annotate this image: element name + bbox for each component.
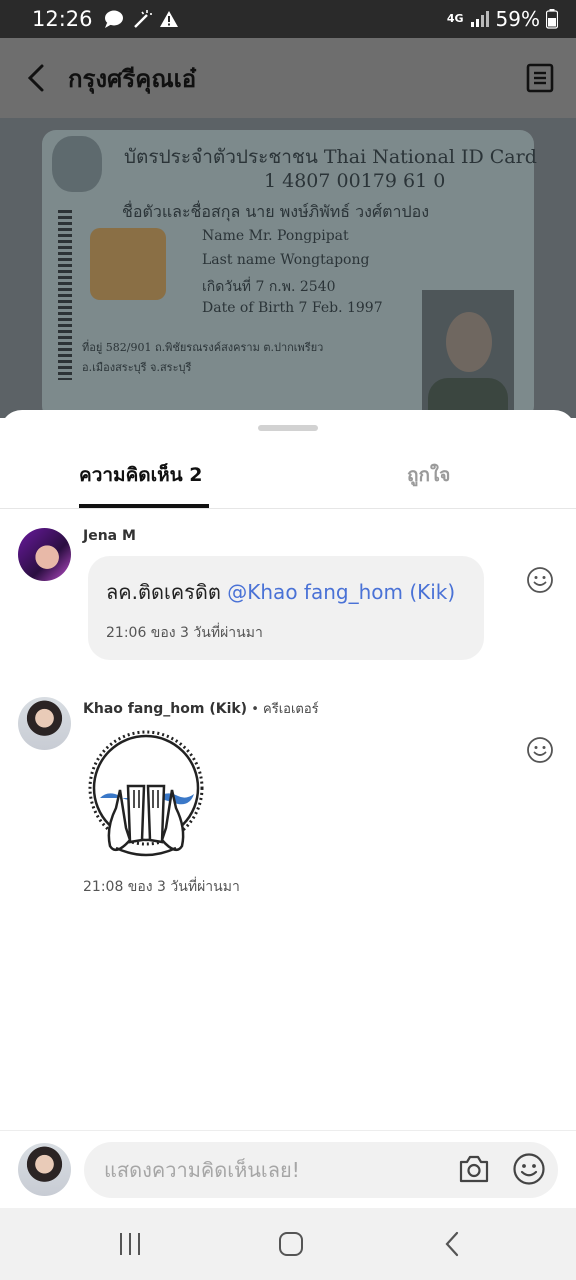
tab-bar: ความคิดเห็น 2 ถูกใจ [0,450,576,509]
back-arrow-icon[interactable] [26,63,46,93]
emblem [52,136,102,192]
camera-icon[interactable] [458,1154,490,1184]
avatar[interactable] [18,697,71,750]
tab-likes[interactable]: ถูกใจ [407,460,450,490]
comment-input-container[interactable] [84,1142,558,1198]
tab-comments[interactable]: ความคิดเห็น 2 [79,460,209,508]
comment-bubble[interactable]: ลค.ติดเครดิต @Khao fang_hom (Kik) 21:06 … [88,556,484,660]
id-card-image: บัตรประจำตัวประชาชน Thai National ID Car… [42,130,537,418]
app-bar: กรุงศรีคุณเอ๋ [0,38,576,118]
card-line: เกิดวันที่ 7 ก.พ. 2540 [202,279,336,295]
card-line: 1 4807 00179 61 0 [264,170,446,192]
comment-time: 21:06 ของ 3 วันที่ผ่านมา [106,625,263,641]
smiley-react-icon[interactable] [526,566,554,594]
creator-badge: ครีเอเตอร์ [263,702,319,717]
magic-wand-icon [133,10,152,28]
page-title: กรุงศรีคุณเอ๋ [68,64,197,93]
comment-author[interactable]: Khao fang_hom (Kik) [83,701,247,717]
card-line: บัตรประจำตัวประชาชน Thai National ID Car… [124,146,537,168]
status-time: 12:26 [32,7,93,31]
home-icon[interactable] [276,1230,306,1258]
document-icon[interactable] [526,63,554,93]
back-nav-icon[interactable] [438,1230,468,1258]
tab-active-indicator [79,504,209,508]
card-line: Last name Wongtapong [202,252,370,268]
tab-comments-label: ความคิดเห็น 2 [79,464,203,486]
network-type: 4G [446,12,464,25]
post-photo: บัตรประจำตัวประชาชน Thai National ID Car… [0,118,576,418]
comment-author-line: Khao fang_hom (Kik) • ครีเอเตอร์ [83,698,319,719]
status-bar: 12:26 4G 59% [0,0,576,38]
card-chip [90,228,166,300]
signal-icon [470,11,489,27]
avatar[interactable] [18,528,71,581]
avatar [18,1143,71,1196]
battery-level: 59% [495,7,540,31]
card-line: ชื่อตัวและชื่อสกุล นาย พงษ์ภิพัทธ์ วงศ์ต… [122,202,430,221]
card-barcode [58,210,72,380]
comment-input[interactable] [104,1152,454,1188]
comment-author[interactable]: Jena M [83,528,136,544]
comment-text: ลค.ติดเครดิต @Khao fang_hom (Kik) [106,576,455,608]
comment-body: ลค.ติดเครดิต [106,580,228,604]
chat-bubble-icon [104,10,123,28]
recent-apps-icon[interactable] [116,1230,146,1258]
sheet-drag-handle[interactable] [258,425,318,431]
mention-link[interactable]: @Khao fang_hom (Kik) [227,580,455,604]
comment-input-bar [0,1130,576,1208]
warning-icon [159,11,178,27]
smiley-react-icon[interactable] [526,736,554,764]
author-separator: • [247,702,264,717]
battery-icon [546,9,558,29]
comment-time: 21:08 ของ 3 วันที่ผ่านมา [83,879,240,895]
card-line: Name Mr. Pongpipat [202,228,349,244]
card-line: Date of Birth 7 Feb. 1997 [202,300,383,316]
emoji-icon[interactable] [512,1152,546,1186]
id-portrait [422,290,514,418]
tab-likes-label: ถูกใจ [407,464,451,486]
card-line: ที่อยู่ 582/901 ถ.พิชัยรณรงค์สงคราม ต.ปา… [82,341,324,354]
crying-face-sticker[interactable] [86,728,208,864]
card-line: อ.เมืองสระบุรี จ.สระบุรี [82,361,192,374]
system-nav-bar [0,1208,576,1280]
